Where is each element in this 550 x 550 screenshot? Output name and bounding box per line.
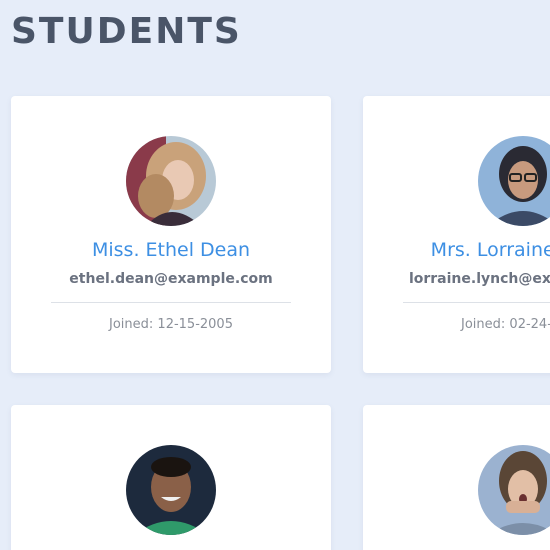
card-divider xyxy=(403,302,550,303)
student-avatar[interactable] xyxy=(478,445,550,535)
woman-glasses-photo xyxy=(478,136,550,226)
student-card[interactable]: Mrs. Lorraine Lynch lorraine.lynch@examp… xyxy=(363,96,550,373)
woman-curly-hair-photo xyxy=(126,136,216,226)
joined-value: 02-24-2016 xyxy=(509,317,550,332)
man-green-shirt-photo xyxy=(126,445,216,535)
joined-label: Joined: xyxy=(109,317,154,332)
student-card[interactable] xyxy=(363,405,550,550)
student-card[interactable] xyxy=(11,405,331,550)
student-email: ethel.dean@example.com xyxy=(69,271,273,287)
student-avatar[interactable] xyxy=(126,136,216,226)
page-title: STUDENTS xyxy=(11,11,242,52)
student-name[interactable]: Miss. Ethel Dean xyxy=(11,239,331,261)
woman-surprised-photo xyxy=(478,445,550,535)
card-divider xyxy=(51,302,291,303)
student-avatar[interactable] xyxy=(478,136,550,226)
students-page: STUDENTS Miss. Ethel Dean ethel.dean@exa… xyxy=(0,0,550,550)
student-email: lorraine.lynch@example.com xyxy=(408,271,550,287)
joined-date: Joined: 12-15-2005 xyxy=(11,317,331,332)
student-card[interactable]: Miss. Ethel Dean ethel.dean@example.com … xyxy=(11,96,331,373)
joined-date: Joined: 02-24-2016 xyxy=(363,317,550,332)
joined-label: Joined: xyxy=(461,317,506,332)
joined-value: 12-15-2005 xyxy=(157,317,233,332)
student-avatar[interactable] xyxy=(126,445,216,535)
student-name[interactable]: Mrs. Lorraine Lynch xyxy=(363,239,550,261)
